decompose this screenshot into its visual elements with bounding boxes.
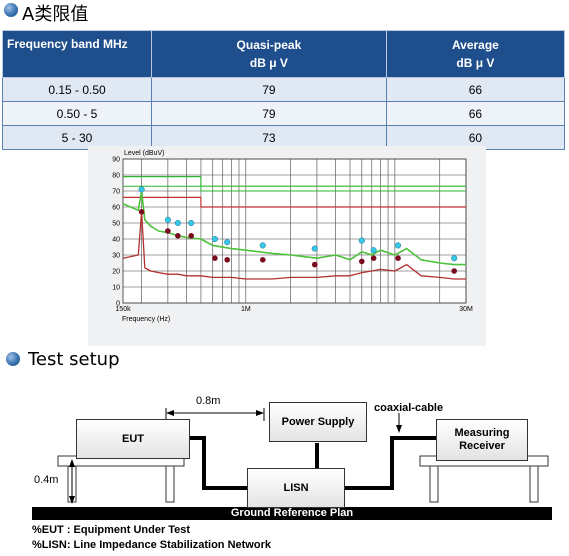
y-tick-label: 80 [112,173,120,180]
avg-marker [212,255,218,261]
qp-marker [211,235,218,243]
table-row: 0.15 - 0.50 79 66 [2,77,566,102]
table-header-row: Frequency band MHz Quasi-peak dB μ V Aver… [2,30,566,78]
distance-label: 0.8m [196,395,221,407]
y-tick-label: 90 [112,157,120,164]
note-eut: %EUT : Equipment Under Test [32,524,191,536]
ground-label: Ground Reference Plan [230,507,354,519]
plot-area [122,158,467,304]
table-cell: 79 [151,77,387,102]
avg-marker [224,257,230,263]
table-cell: 79 [151,101,387,126]
eut-lisn-cable [190,436,248,490]
table-cell: 0.50 - 5 [2,101,152,126]
coax-label: coaxial-cable [374,402,444,414]
avg-marker [395,255,401,261]
qp-marker [358,237,365,244]
eut-table [57,455,185,503]
header-average: Average dB μ V [385,30,566,78]
y-tick-label: 50 [112,221,120,228]
height-label: 0.4m [34,474,59,486]
power-supply-box: Power Supply [269,402,367,442]
chart-ylabel: Level (dBuV) [124,150,165,157]
eut-box: EUT [76,419,190,459]
qp-marker [174,219,181,227]
y-tick-label: 60 [112,205,120,212]
y-tick-label: 40 [112,237,120,244]
y-tick-label: 10 [112,285,120,292]
qp-marker [311,245,318,252]
header-frequency: Frequency band MHz [2,30,152,78]
qp-marker [451,255,458,262]
measuring-receiver-box: Measuring Receiver [436,419,528,461]
table-row: 0.50 - 5 79 66 [2,101,566,126]
chart-xlabel: Frequency (Hz) [122,316,171,323]
section1-bullet-icon [4,3,18,17]
qp-marker [164,216,171,223]
avg-marker [259,257,266,263]
table-cell: 0.15 - 0.50 [2,77,152,102]
y-tick-label: 30 [112,253,120,260]
table-cell: 66 [385,101,566,126]
y-tick-label: 20 [112,269,120,276]
y-tick-label: 70 [112,189,120,196]
x-tick-label: 1M [241,306,251,313]
limits-table: Frequency band MHz Quasi-peak dB μ V Aver… [2,30,566,150]
table-cell: 66 [385,77,566,102]
qp-marker [188,219,195,227]
qp-marker [224,239,231,246]
header-quasi-peak: Quasi-peak dB μ V [151,30,387,78]
section2-title: Test setup [28,349,120,370]
qp-marker [138,186,145,193]
receiver-table [419,455,549,503]
avg-marker [138,209,145,215]
qp-marker [370,247,377,254]
avg-marker [188,233,194,239]
avg-marker [359,258,365,265]
qp-marker [259,242,266,249]
avg-marker [165,228,171,234]
x-tick-label: 150k [115,306,131,313]
avg-marker [311,261,318,268]
avg-marker [451,268,457,274]
section1-title: A类限值 [22,4,89,25]
note-lisn: %LISN: Line Impedance Stabilization Netw… [32,539,271,551]
avg-marker [370,255,377,261]
qp-marker [394,242,402,249]
section2-bullet-icon [6,352,20,366]
x-tick-label: 30M [459,306,473,313]
emission-chart-panel: 0 10 20 30 40 50 60 70 80 90 150k 1M 30M Level (dBuV… [88,146,486,346]
avg-marker [175,233,181,239]
lisn-box: LISN [247,468,345,508]
